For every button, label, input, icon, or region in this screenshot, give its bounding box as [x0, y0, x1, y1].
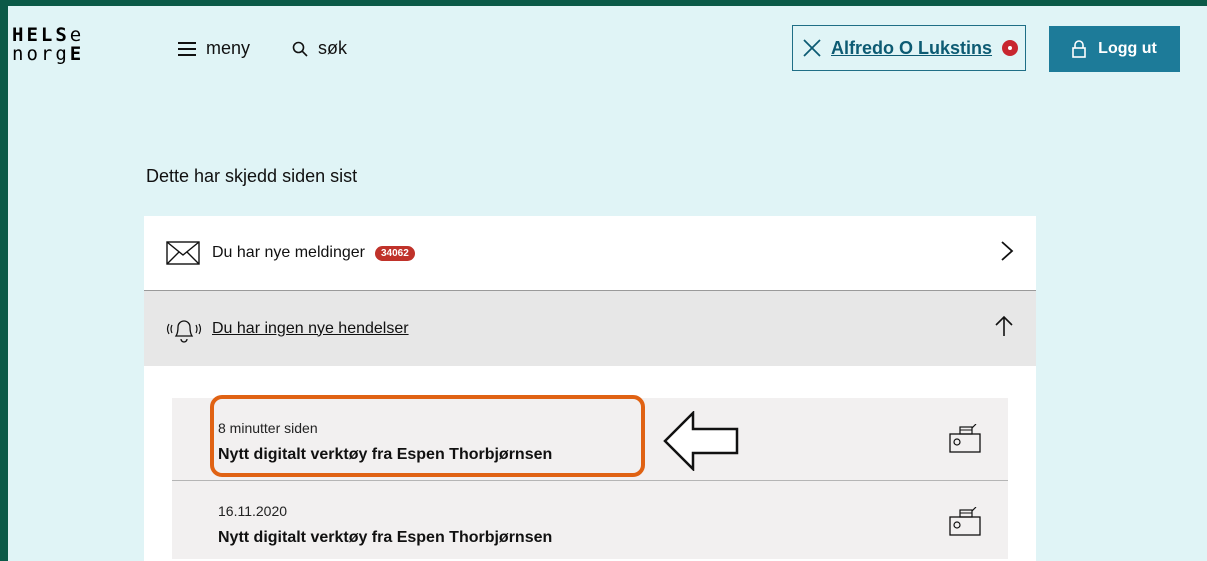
site-header: HELSe norgE meny søk Alfredo O Lukstins … [8, 6, 1207, 86]
lock-icon [1072, 40, 1086, 58]
events-label: Du har ingen nye hendelser [212, 319, 409, 337]
updates-card: Du har nye meldinger 34062 Du har ingen … [144, 216, 1036, 561]
user-switch-button[interactable]: Alfredo O Lukstins [792, 25, 1026, 71]
envelope-icon [166, 241, 200, 265]
page: HELSe norgE meny søk Alfredo O Lukstins … [8, 6, 1207, 561]
helsenorge-logo[interactable]: HELSe norgE [12, 26, 84, 64]
highlight-annotation [210, 395, 645, 477]
event-time: 16.11.2020 [218, 503, 288, 519]
messages-count-badge: 34062 [374, 245, 415, 261]
user-name: Alfredo O Lukstins [831, 37, 993, 58]
close-icon [803, 39, 821, 57]
messages-row[interactable]: Du har nye meldinger 34062 [144, 216, 1036, 291]
event-item[interactable]: 16.11.2020 Nytt digitalt verktøy fra Esp… [172, 481, 1008, 559]
left-arrow-annotation-icon [663, 411, 739, 471]
mailbox-icon [949, 424, 981, 453]
menu-label: meny [206, 38, 251, 58]
logo-line-2: norgE [12, 43, 85, 65]
section-title: Dette har skjedd siden sist [146, 166, 358, 186]
search-icon [292, 41, 308, 57]
logout-label: Logg ut [1098, 40, 1157, 57]
mailbox-icon [949, 507, 981, 536]
events-row[interactable]: Du har ingen nye hendelser [144, 291, 1036, 366]
bell-icon [166, 319, 202, 343]
menu-button[interactable]: meny [178, 38, 250, 59]
search-button[interactable]: søk [292, 38, 347, 59]
messages-label: Du har nye meldinger [212, 244, 365, 261]
arrow-up-icon [995, 315, 1013, 336]
chevron-right-icon [1001, 241, 1014, 261]
event-title: Nytt digitalt verktøy fra Espen Thorbjør… [218, 529, 553, 546]
menu-icon [178, 41, 196, 56]
notification-dot-icon [1002, 40, 1019, 56]
logout-button[interactable]: Logg ut [1049, 26, 1180, 72]
search-label: søk [318, 38, 347, 58]
